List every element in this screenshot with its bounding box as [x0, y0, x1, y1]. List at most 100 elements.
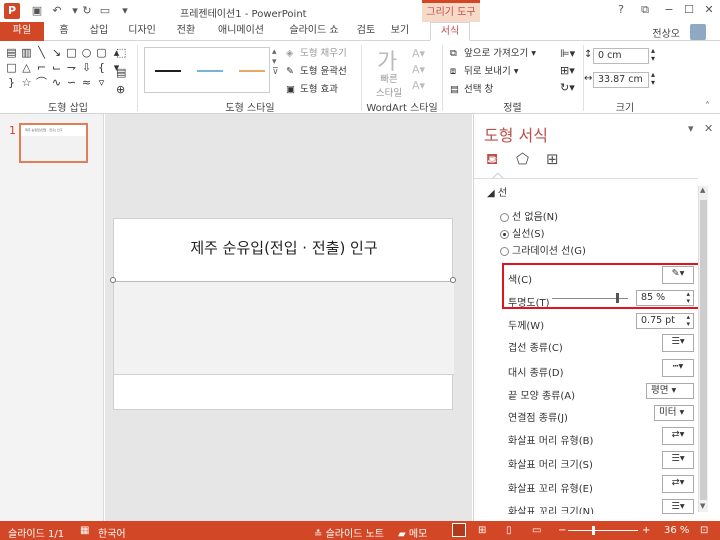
star-shape-icon[interactable]: ☆	[20, 76, 33, 89]
pane-options-icon[interactable]: ▾	[688, 122, 694, 135]
scroll-up-icon[interactable]: ▲	[700, 186, 705, 194]
line-shape-icon[interactable]: ╲	[35, 46, 48, 59]
height-spinner-icon[interactable]: ▴ ▾	[651, 47, 655, 63]
scroll-down-icon[interactable]: ▼	[700, 502, 705, 510]
customize-quick-access-icon[interactable]: ▾	[118, 4, 132, 18]
user-name[interactable]: 전상오	[652, 25, 680, 40]
fit-to-window-icon[interactable]: ⊡	[700, 525, 708, 536]
minimize-button[interactable]: −	[660, 3, 678, 17]
shape-outline-button[interactable]: ✎ 도형 윤곽선	[286, 63, 347, 77]
shape-fill-button[interactable]: ◈ 도형 채우기	[286, 45, 347, 59]
option-no-line[interactable]: 선 없음(N)	[500, 208, 558, 223]
option-solid-line[interactable]: 실선(S)	[500, 225, 545, 240]
width-field[interactable]: 33.87 cm	[593, 72, 649, 88]
tab-view[interactable]: 보기	[386, 22, 414, 41]
line-style-swatch-3[interactable]	[239, 70, 265, 72]
help-button[interactable]: ?	[612, 3, 630, 17]
bracket-shape-icon[interactable]: }	[5, 76, 18, 89]
zoom-in-icon[interactable]: +	[642, 525, 650, 536]
slide[interactable]: 제주 순유입(전입 · 전출) 인구	[110, 218, 456, 410]
resize-handle-left[interactable]	[110, 277, 116, 283]
text-fill-outline-effects-icons[interactable]: A▾ A▾ A▾	[412, 46, 425, 94]
send-backward-button[interactable]: ⧈ 뒤로 보내기 ▾	[450, 63, 519, 77]
cap-type-dropdown[interactable]: 평면 ▾	[646, 383, 694, 399]
curve-shape-icon[interactable]: ⌒	[35, 76, 48, 89]
fill-line-tab-icon[interactable]: ⛾	[486, 150, 506, 170]
shapes-gallery[interactable]: ▤ ▥ ╲ ↘ □ ○ ▢ ▴ □ △ ⌐ ⌙ ⇁ ⇩{▾ } ☆ ⌒ ∿ ∽ ≈ ▿	[4, 45, 134, 95]
line-style-swatch-1[interactable]	[155, 70, 181, 72]
triangle-shape-icon[interactable]: △	[20, 61, 33, 74]
slideshow-view-icon[interactable]: ▭	[532, 525, 541, 536]
arrow-shape-icon[interactable]: ↘	[50, 46, 63, 59]
zoom-slider[interactable]	[568, 530, 638, 531]
normal-view-icon[interactable]	[452, 523, 466, 537]
selection-pane-button[interactable]: ▤ 선택 창	[450, 81, 493, 95]
tab-insert[interactable]: 삽입	[82, 22, 116, 41]
end-arrow-size-dropdown[interactable]: ☰▾	[662, 499, 694, 514]
collapse-ribbon-icon[interactable]: ˄	[705, 101, 710, 112]
curved-arrow-shape-icon[interactable]: ⇁	[65, 61, 78, 74]
resize-handle-right[interactable]	[450, 277, 456, 283]
slide-title[interactable]: 제주 순유입(전입 · 전출) 인구	[114, 237, 454, 258]
tab-review[interactable]: 검토	[352, 22, 380, 41]
begin-arrow-type-dropdown[interactable]: ⇄▾	[662, 427, 694, 445]
redo-icon[interactable]: ↻	[80, 4, 94, 18]
vertical-textbox-shape-icon[interactable]: ▥	[20, 46, 33, 59]
height-field[interactable]: 0 cm	[593, 48, 649, 64]
option-gradient-line[interactable]: 그라데이션 선(G)	[500, 242, 586, 257]
maximize-button[interactable]: ☐	[680, 3, 698, 17]
avatar[interactable]	[690, 24, 706, 40]
save-icon[interactable]: ▣	[30, 4, 44, 18]
more-shapes-icon[interactable]: ▿	[95, 76, 108, 89]
tab-file[interactable]: 파일	[0, 22, 44, 41]
join-type-dropdown[interactable]: 미터 ▾	[654, 405, 694, 421]
notes-button[interactable]: ≛ 슬라이드 노트	[314, 525, 384, 540]
undo-icon[interactable]: ↶	[50, 4, 64, 18]
edit-shape-icon[interactable]: ⬚	[116, 46, 126, 59]
comments-button[interactable]: ▰ 메모	[398, 525, 427, 540]
tab-transitions[interactable]: 전환	[168, 22, 204, 41]
compound-type-dropdown[interactable]: ☰▾	[662, 334, 694, 352]
language-indicator[interactable]: 한국어	[98, 525, 126, 540]
zoom-level[interactable]: 36 %	[664, 525, 689, 536]
freeform-shape-icon[interactable]: ∿	[50, 76, 63, 89]
effects-tab-icon[interactable]: ⬠	[516, 150, 536, 170]
close-button[interactable]: ✕	[700, 3, 718, 17]
selected-shape[interactable]	[114, 281, 454, 375]
tab-design[interactable]: 디자인	[120, 22, 164, 41]
rounded-rectangle-shape-icon[interactable]: ▢	[95, 46, 108, 59]
connector-shape-icon[interactable]: ⌐	[35, 61, 48, 74]
size-properties-tab-icon[interactable]: ⊞	[546, 150, 566, 170]
zoom-slider-thumb[interactable]	[592, 526, 595, 535]
slideshow-start-icon[interactable]: ▭	[98, 4, 112, 18]
gallery-scroll-icon[interactable]: ▴ ▾ ⊽	[272, 47, 279, 77]
textbox-insert-icon[interactable]: ▤	[116, 66, 126, 79]
slide-sorter-icon[interactable]: ⊞	[478, 525, 486, 536]
quick-styles-button[interactable]: 빠른 스타일	[371, 71, 407, 99]
begin-arrow-size-dropdown[interactable]: ☰▾	[662, 451, 694, 469]
radio-gradient-line[interactable]	[500, 246, 509, 256]
bring-forward-button[interactable]: ⧉ 앞으로 가져오기 ▾	[450, 45, 536, 59]
square-shape-icon[interactable]: □	[5, 61, 18, 74]
zoom-out-icon[interactable]: −	[558, 525, 566, 536]
tab-animations[interactable]: 애니메이션	[210, 22, 272, 41]
line-style-swatch-2[interactable]	[197, 70, 223, 72]
tab-home[interactable]: 홈	[50, 22, 78, 41]
ribbon-display-options-button[interactable]: ⧉	[636, 3, 654, 17]
shape-styles-gallery[interactable]	[144, 47, 270, 93]
merge-shapes-icon[interactable]: ⊕	[116, 83, 125, 96]
textbox-shape-icon[interactable]: ▤	[5, 46, 18, 59]
proofing-icon[interactable]: ▦	[80, 525, 89, 536]
radio-solid-line[interactable]	[500, 229, 509, 239]
line-section-header[interactable]: ◢ 선	[487, 184, 507, 199]
width-spinner-icon[interactable]: ▴ ▾	[651, 71, 655, 87]
slide-thumbnail[interactable]: 제주 순유입(전입 · 전출) 인구	[19, 123, 88, 163]
pane-close-icon[interactable]: ✕	[704, 122, 713, 135]
scrollbar-thumb[interactable]	[700, 200, 707, 500]
align-rotate-icons[interactable]: ⊫▾ ⊞▾ ↻▾	[560, 45, 575, 96]
tab-slideshow[interactable]: 슬라이드 쇼	[278, 22, 350, 41]
end-arrow-type-dropdown[interactable]: ⇄▾	[662, 475, 694, 493]
brace-shape-icon[interactable]: {	[95, 61, 108, 74]
oval-shape-icon[interactable]: ○	[80, 46, 93, 59]
reading-view-icon[interactable]: ▯	[506, 525, 512, 536]
